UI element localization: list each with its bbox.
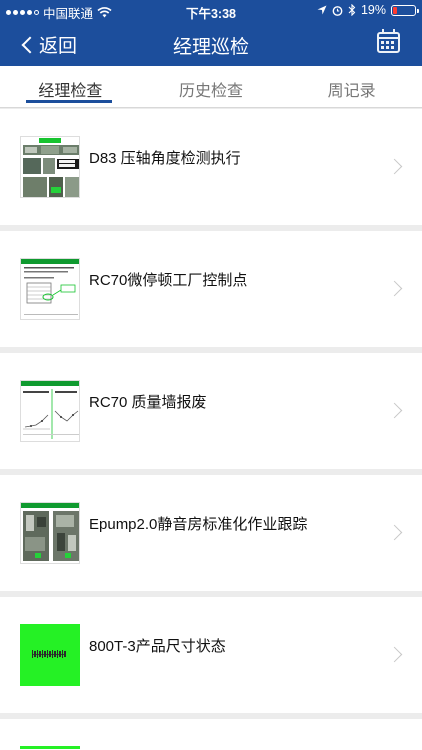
item-thumbnail: [20, 258, 80, 320]
alarm-icon: [332, 5, 343, 16]
item-thumbnail: [20, 746, 80, 750]
list-item[interactable]: 800T-3产品尺寸状态: [0, 597, 422, 713]
tab-history-check[interactable]: 历史检查: [141, 66, 282, 107]
bluetooth-icon: [348, 4, 356, 16]
list-item[interactable]: D83 压轴角度检测执行: [0, 109, 422, 225]
item-title: RC70 质量墙报废: [89, 394, 207, 411]
header: 中国联通 下午3:38 19% 返回 经理巡检: [0, 0, 422, 66]
list-item[interactable]: Epump2.0静音房标准化作业跟踪: [0, 475, 422, 591]
tab-bar: 经理检查 历史检查 周记录: [0, 66, 422, 108]
page-title: 经理巡检: [172, 37, 249, 58]
item-title: RC70微停顿工厂控制点: [89, 272, 248, 289]
chevron-right-icon: [386, 646, 403, 663]
chevron-right-icon: [386, 402, 403, 419]
item-thumbnail: [20, 136, 80, 198]
status-bar: 中国联通 下午3:38 19%: [0, 0, 422, 22]
tab-weekly-record[interactable]: 周记录: [281, 66, 422, 107]
battery-percent: 19%: [360, 3, 386, 17]
list-item[interactable]: RC70微停顿工厂控制点: [0, 231, 422, 347]
item-thumbnail: [20, 380, 80, 442]
item-thumbnail: [20, 624, 80, 686]
item-title: 800T-3产品尺寸状态: [89, 638, 226, 655]
calendar-icon[interactable]: [377, 29, 400, 53]
list-item[interactable]: RC70 质量墙报废: [0, 353, 422, 469]
chevron-right-icon: [386, 280, 403, 297]
location-icon: [317, 5, 327, 15]
tab-manager-check[interactable]: 经理检查: [0, 66, 141, 107]
list-item[interactable]: [0, 719, 422, 750]
item-title: D83 压轴角度检测执行: [89, 150, 241, 167]
chevron-right-icon: [386, 524, 403, 541]
item-title: Epump2.0静音房标准化作业跟踪: [89, 516, 308, 533]
status-right: 19%: [317, 3, 419, 17]
chevron-right-icon: [386, 158, 403, 175]
item-thumbnail: [20, 502, 80, 564]
nav-bar: 返回 经理巡检: [0, 22, 422, 66]
battery-icon: [391, 4, 419, 16]
